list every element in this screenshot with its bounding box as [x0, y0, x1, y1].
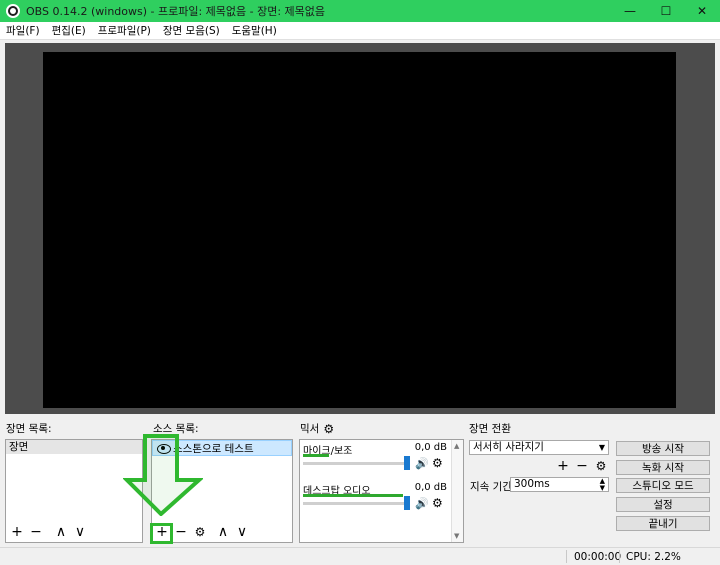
menu-bar: 파일(F) 편집(E) 프로파일(P) 장면 모음(S) 도움말(H): [0, 22, 720, 40]
speaker-volume-icon[interactable]: 🔊: [415, 457, 429, 470]
source-toolbar: + − ⚙ ∧ ∨: [155, 524, 249, 540]
mixer-level-meter: [303, 454, 329, 457]
mixer-volume-track: [303, 502, 408, 505]
status-separator: [566, 550, 567, 563]
window-title: OBS 0.14.2 (windows) - 프로파일: 제목없음 - 장면: …: [26, 5, 326, 18]
mixer-panel: 마이크/보조 0,0 dB 🔊 ⚙ 데스크탑 오디오 0,0 dB 🔊 ⚙ ▲ …: [299, 439, 464, 543]
speaker-volume-icon[interactable]: 🔊: [415, 497, 429, 510]
preview-canvas[interactable]: [43, 52, 676, 408]
move-scene-down-button[interactable]: ∨: [73, 524, 87, 540]
scene-item[interactable]: 장면: [6, 440, 142, 454]
start-recording-button[interactable]: 녹화 시작: [616, 460, 710, 475]
mixer-channel-gear-icon[interactable]: ⚙: [432, 496, 443, 510]
add-transition-button[interactable]: +: [556, 458, 570, 474]
mixer-scrollbar[interactable]: ▲ ▼: [451, 440, 463, 542]
settings-button[interactable]: 설정: [616, 497, 710, 512]
obs-logo-icon: [6, 4, 20, 18]
menu-profile[interactable]: 프로파일(P): [92, 23, 157, 38]
sources-title: 소스 목록:: [153, 421, 199, 436]
transitions-title: 장면 전환: [469, 421, 511, 436]
scroll-up-icon[interactable]: ▲: [454, 442, 459, 450]
mixer-channel-gear-icon[interactable]: ⚙: [432, 456, 443, 470]
status-time: 00:00:00: [574, 551, 622, 563]
menu-scene-collection[interactable]: 장면 모음(S): [157, 23, 226, 38]
source-item-label: 스스톤으로 테스트: [173, 442, 254, 455]
menu-help[interactable]: 도움말(H): [226, 23, 283, 38]
exit-button[interactable]: 끝내기: [616, 516, 710, 531]
visibility-eye-icon[interactable]: [157, 444, 171, 454]
scroll-down-icon[interactable]: ▼: [454, 532, 459, 540]
maximize-button[interactable]: ☐: [648, 0, 684, 22]
start-streaming-button[interactable]: 방송 시작: [616, 441, 710, 456]
transition-select-value: 서서히 사라지기: [473, 441, 544, 453]
sources-title-label: 소스 목록:: [153, 423, 199, 435]
scene-toolbar: + − ∧ ∨: [10, 524, 87, 540]
menu-file[interactable]: 파일(F): [0, 23, 46, 38]
remove-transition-button[interactable]: −: [575, 458, 589, 474]
mixer-volume-slider[interactable]: [404, 456, 410, 470]
minimize-button[interactable]: —: [612, 0, 648, 22]
move-source-up-button[interactable]: ∧: [216, 524, 230, 540]
title-bar: OBS 0.14.2 (windows) - 프로파일: 제목없음 - 장면: …: [0, 0, 720, 22]
add-scene-button[interactable]: +: [10, 524, 24, 540]
transition-select[interactable]: 서서히 사라지기 ▼: [469, 440, 609, 455]
preview-area: [5, 43, 715, 414]
status-bar: 00:00:00 CPU: 2.2%: [0, 547, 720, 565]
duration-label: 지속 기간: [470, 481, 512, 493]
mixer-channel: 마이크/보조 0,0 dB 🔊 ⚙: [300, 440, 463, 480]
add-source-button[interactable]: +: [155, 524, 169, 540]
duration-value: 300ms: [514, 478, 550, 490]
duration-spinbox[interactable]: 300ms ▲ ▼: [510, 477, 609, 492]
source-item[interactable]: 스스톤으로 테스트: [152, 440, 292, 456]
transition-toolbar: + − ⚙: [556, 458, 608, 474]
move-scene-up-button[interactable]: ∧: [54, 524, 68, 540]
mixer-channel-db: 0,0 dB: [414, 442, 447, 453]
menu-edit[interactable]: 편집(E): [46, 23, 92, 38]
studio-mode-button[interactable]: 스튜디오 모드: [616, 478, 710, 493]
mixer-channel: 데스크탑 오디오 0,0 dB 🔊 ⚙: [300, 480, 463, 520]
chevron-down-icon: ▼: [598, 443, 605, 452]
move-source-down-button[interactable]: ∨: [235, 524, 249, 540]
remove-scene-button[interactable]: −: [29, 524, 43, 540]
mixer-level-meter: [303, 494, 403, 497]
scenes-title-label: 장면 목록:: [6, 423, 52, 435]
mixer-volume-slider[interactable]: [404, 496, 410, 510]
mixer-volume-track: [303, 462, 408, 465]
mixer-gear-icon[interactable]: ⚙: [323, 422, 334, 436]
transitions-title-label: 장면 전환: [469, 423, 511, 435]
spin-arrows-icon[interactable]: ▲ ▼: [600, 478, 605, 492]
mixer-title-label: 믹서: [300, 423, 320, 435]
source-properties-gear-icon[interactable]: ⚙: [193, 524, 207, 540]
mixer-title: 믹서 ⚙: [300, 421, 334, 436]
scenes-title: 장면 목록:: [6, 421, 52, 436]
transition-gear-icon[interactable]: ⚙: [594, 458, 608, 474]
remove-source-button[interactable]: −: [174, 524, 188, 540]
mixer-channel-db: 0,0 dB: [414, 482, 447, 493]
status-separator: [619, 550, 620, 563]
status-cpu: CPU: 2.2%: [626, 551, 681, 563]
close-button[interactable]: ✕: [684, 0, 720, 22]
